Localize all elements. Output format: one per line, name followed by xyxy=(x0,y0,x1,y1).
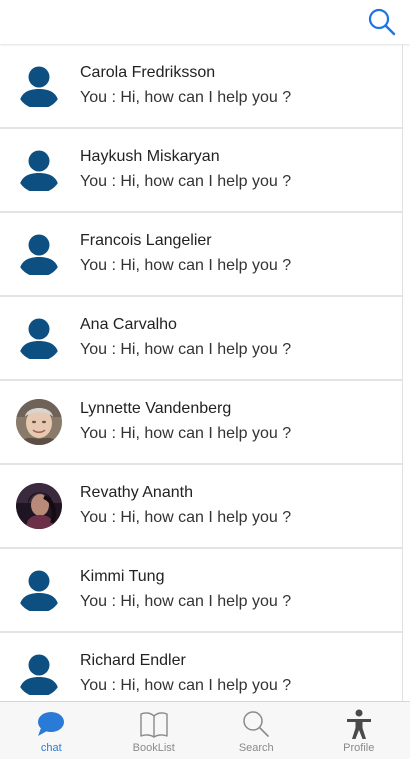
chat-contact-name: Richard Endler xyxy=(80,652,186,669)
chat-last-message: You : Hi, how can I help you ? xyxy=(80,509,292,526)
chat-last-message: You : Hi, how can I help you ? xyxy=(80,341,292,358)
chat-item[interactable]: Kimmi Tung You : Hi, how can I help you … xyxy=(0,549,402,633)
default-avatar-icon xyxy=(16,315,62,361)
default-avatar-icon xyxy=(16,567,62,613)
default-avatar-icon xyxy=(16,651,62,697)
photo-avatar xyxy=(16,483,62,529)
chat-last-message: You : Hi, how can I help you ? xyxy=(80,173,292,190)
chat-last-message: You : Hi, how can I help you ? xyxy=(80,89,292,106)
chat-contact-name: Kimmi Tung xyxy=(80,568,165,585)
chat-item[interactable]: Francois Langelier You : Hi, how can I h… xyxy=(0,213,402,297)
chat-contact-name: Ana Carvalho xyxy=(80,316,177,333)
tab-chat-label: chat xyxy=(40,742,62,754)
bottom-navigation: chat BookList Search Profile xyxy=(0,701,410,759)
tab-chat[interactable]: chat xyxy=(0,702,103,759)
chat-last-message: You : Hi, how can I help you ? xyxy=(80,425,292,442)
tab-search-label: Search xyxy=(238,742,274,754)
chat-bubble-icon xyxy=(38,712,65,736)
search-icon xyxy=(368,8,396,36)
chat-item[interactable]: Ana Carvalho You : Hi, how can I help yo… xyxy=(0,297,402,381)
chat-item[interactable]: Revathy Ananth You : Hi, how can I help … xyxy=(0,465,402,549)
chat-contact-name: Carola Fredriksson xyxy=(80,64,216,81)
chat-item[interactable]: Haykush Miskaryan You : Hi, how can I he… xyxy=(0,129,402,213)
top-bar xyxy=(0,0,410,44)
search-icon xyxy=(243,711,270,737)
chat-contact-name: Francois Langelier xyxy=(80,232,212,249)
book-icon xyxy=(140,712,168,738)
chat-item[interactable]: Lynnette Vandenberg You : Hi, how can I … xyxy=(0,381,402,465)
default-avatar-icon xyxy=(16,147,62,193)
chat-last-message: You : Hi, how can I help you ? xyxy=(80,677,292,694)
photo-avatar xyxy=(16,399,62,445)
chat-item[interactable]: Richard Endler You : Hi, how can I help … xyxy=(0,633,402,701)
tab-profile[interactable]: Profile xyxy=(308,702,410,759)
chat-contact-name: Lynnette Vandenberg xyxy=(80,400,232,417)
tab-search[interactable]: Search xyxy=(205,702,308,759)
tab-booklist[interactable]: BookList xyxy=(103,702,206,759)
chat-screen: Carola Fredriksson You : Hi, how can I h… xyxy=(0,0,410,759)
chat-last-message: You : Hi, how can I help you ? xyxy=(80,257,292,274)
chat-list: Carola Fredriksson You : Hi, how can I h… xyxy=(0,45,403,701)
person-icon xyxy=(346,709,371,739)
tab-profile-label: Profile xyxy=(343,742,375,754)
tab-booklist-label: BookList xyxy=(132,742,175,754)
chat-last-message: You : Hi, how can I help you ? xyxy=(80,593,292,610)
default-avatar-icon xyxy=(16,231,62,277)
chat-contact-name: Revathy Ananth xyxy=(80,484,193,501)
chat-item[interactable]: Carola Fredriksson You : Hi, how can I h… xyxy=(0,45,402,129)
search-button[interactable] xyxy=(366,6,398,38)
default-avatar-icon xyxy=(16,63,62,109)
chat-contact-name: Haykush Miskaryan xyxy=(80,148,220,165)
